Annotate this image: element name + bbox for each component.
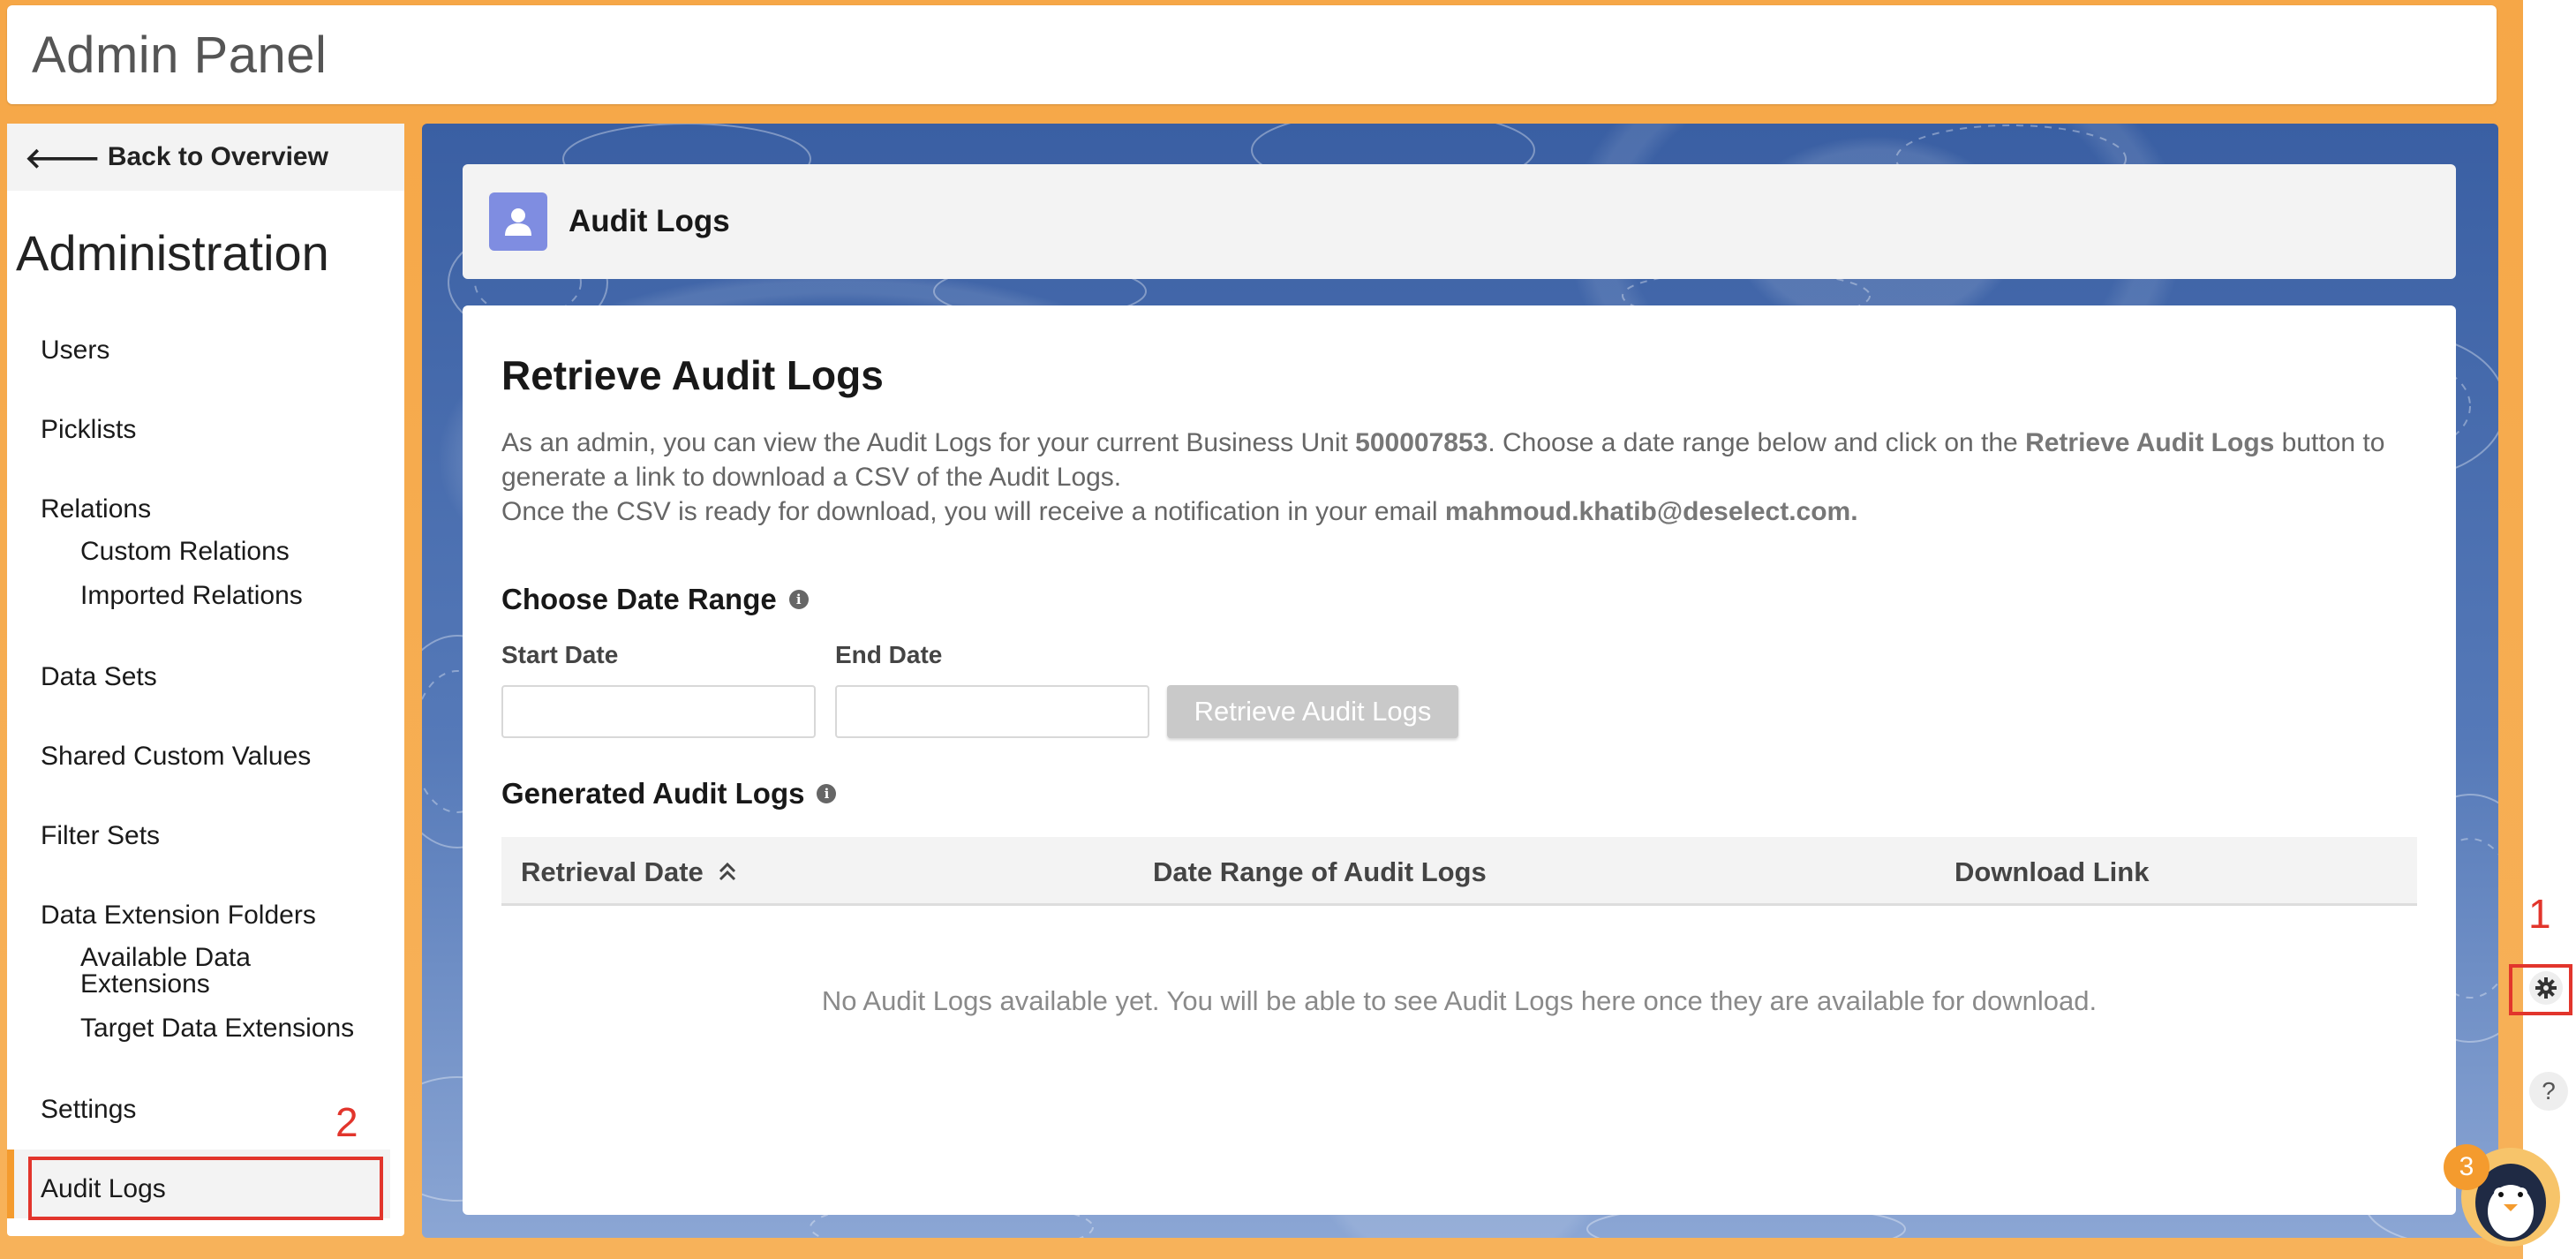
app-title: Admin Panel [32,26,328,84]
audit-logs-card: Retrieve Audit Logs As an admin, you can… [463,305,2456,1215]
retrieve-audit-logs-button[interactable]: Retrieve Audit Logs [1167,685,1458,738]
page-header-card: Audit Logs [463,164,2456,279]
annotation-number-1: 1 [2528,891,2551,937]
start-date-label: Start Date [501,641,619,668]
sidebar-item-settings[interactable]: Settings [41,1095,136,1125]
generated-logs-title: Generated Audit Logs i [501,777,837,810]
sidebar-item-shared-custom-values[interactable]: Shared Custom Values [41,742,311,772]
desc-text-2: . Choose a date range below and click on… [1488,428,2026,457]
section-heading: Retrieve Audit Logs [501,352,884,398]
user-email: mahmoud.khatib@deselect.com. [1444,497,1858,526]
back-to-overview-link[interactable]: 🡐 Back to Overview [7,124,404,191]
sidebar-item-custom-relations[interactable]: Custom Relations [80,539,290,565]
sidebar-heading: Administration [16,225,329,281]
sort-icon [719,862,736,881]
end-date-label: End Date [835,641,943,668]
sidebar-item-users[interactable]: Users [41,335,109,366]
sidebar: 🡐 Back to Overview Administration Users … [7,124,404,1236]
desc-text-1: As an admin, you can view the Audit Logs… [501,428,1356,457]
help-button[interactable]: ? [2529,1072,2568,1111]
start-date-input[interactable] [501,685,816,738]
sidebar-item-picklists[interactable]: Picklists [41,415,136,445]
sidebar-item-data-extension-folders[interactable]: Data Extension Folders [41,901,316,931]
sidebar-item-imported-relations[interactable]: Imported Relations [80,583,303,609]
gear-icon [2535,977,2557,999]
sidebar-item-filter-sets[interactable]: Filter Sets [41,821,160,851]
info-icon[interactable]: i [788,590,809,609]
back-link-label: Back to Overview [107,142,328,171]
annotation-box-2 [28,1157,383,1220]
page-header-title: Audit Logs [569,204,730,238]
utility-strip [2523,0,2576,1259]
desc-button-ref: Retrieve Audit Logs [2025,428,2275,457]
description: As an admin, you can view the Audit Logs… [501,426,2426,529]
notification-badge: 3 [2444,1144,2489,1190]
sidebar-item-relations[interactable]: Relations [41,494,151,524]
column-header-date-range[interactable]: Date Range of Audit Logs [1153,856,1487,888]
annotation-number-2: 2 [335,1099,358,1145]
business-unit-id: 500007853 [1355,428,1488,457]
empty-table-message: No Audit Logs available yet. You will be… [821,985,2098,1016]
sidebar-item-target-data-extensions[interactable]: Target Data Extensions [80,1015,354,1042]
app-header: Admin Panel [7,5,2497,104]
arrow-left-icon: 🡐 [25,141,101,174]
desc-text-4: Once the CSV is ready for download, you … [501,497,1445,526]
settings-gear-button[interactable] [2529,971,2563,1005]
date-range-title-label: Choose Date Range [501,583,777,615]
column-header-download-link[interactable]: Download Link [1955,856,2149,888]
audit-logs-table-header: Retrieval Date Date Range of Audit Logs … [501,837,2417,906]
main-content: Audit Logs Retrieve Audit Logs As an adm… [422,124,2498,1238]
sidebar-item-data-sets[interactable]: Data Sets [41,662,157,692]
sidebar-item-available-data-extensions[interactable]: Available Data Extensions [80,945,363,998]
column-label: Retrieval Date [521,856,704,887]
column-header-retrieval-date[interactable]: Retrieval Date [521,856,737,888]
user-icon [489,192,547,251]
date-range-title: Choose Date Range i [501,583,809,616]
end-date-input[interactable] [835,685,1149,738]
info-icon[interactable]: i [817,784,837,803]
generated-logs-title-label: Generated Audit Logs [501,777,805,810]
